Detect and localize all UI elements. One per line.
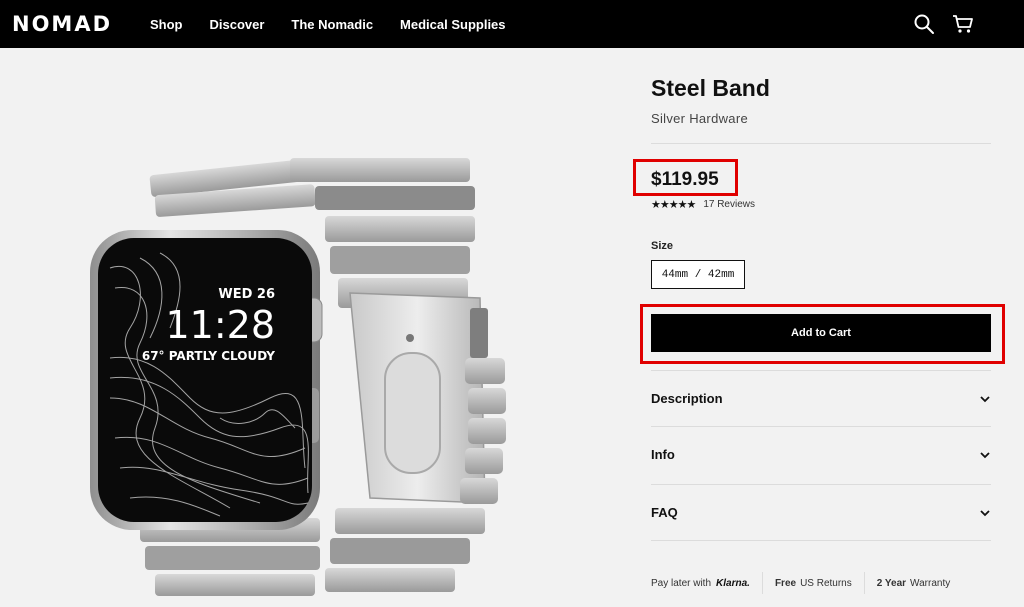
klarna-logo: Klarna. [716, 577, 750, 589]
screen-weather: 67° PARTLY CLOUDY [142, 349, 275, 363]
free-text: Free [774, 577, 797, 589]
accordion-description[interactable]: Description [651, 370, 991, 426]
nav-shop[interactable]: Shop [150, 17, 183, 32]
product-details: Steel Band Silver Hardware $119.95 ★★★★★… [633, 48, 1005, 594]
warranty-perk: 2 Year Warranty [877, 578, 963, 589]
cart-icon[interactable] [952, 13, 974, 35]
header-icons [896, 13, 974, 35]
returns-text: US Returns [800, 577, 852, 589]
search-icon[interactable] [913, 13, 935, 35]
chevron-down-icon [980, 395, 990, 402]
accordion-faq[interactable]: FAQ [651, 484, 991, 540]
accordion-info-label: Info [651, 447, 675, 462]
perks-strip: Pay later with Klarna. Free US Returns 2… [651, 565, 996, 601]
accordion-info[interactable]: Info [651, 426, 991, 482]
nav-discover[interactable]: Discover [210, 17, 265, 32]
site-header: NOMAD Shop Discover The Nomadic Medical … [0, 0, 1024, 48]
screen-date: WED 26 [218, 287, 275, 302]
accordion-faq-label: FAQ [651, 505, 678, 520]
product-image: WED 26 11:28 67° PARTLY CLOUDY [0, 48, 630, 607]
accordion-description-label: Description [651, 391, 723, 406]
size-option-44mm-42mm[interactable]: 44mm / 42mm [651, 260, 745, 289]
reviews[interactable]: ★★★★★ 17 Reviews [651, 198, 755, 211]
divider [651, 540, 991, 541]
nomad-logo[interactable]: NOMAD [12, 12, 150, 36]
divider [863, 572, 865, 594]
watch-illustration: WED 26 11:28 67° PARTLY CLOUDY [90, 158, 506, 596]
cart-highlight-box [640, 304, 1005, 364]
nav-the-nomadic[interactable]: The Nomadic [291, 17, 373, 32]
nav-medical-supplies[interactable]: Medical Supplies [400, 17, 505, 32]
star-rating-icon: ★★★★★ [651, 199, 696, 211]
warranty-text: Warranty [910, 577, 951, 589]
main-nav: Shop Discover The Nomadic Medical Suppli… [150, 17, 533, 32]
size-label: Size [651, 240, 674, 252]
chevron-down-icon [980, 451, 990, 458]
price-highlight-box [633, 159, 738, 196]
product-title: Steel Band [651, 75, 770, 101]
warranty-years: 2 Year [876, 577, 907, 589]
pay-later-text: Pay later with [651, 577, 712, 589]
chevron-down-icon [980, 509, 990, 516]
divider [761, 572, 763, 594]
returns-perk: Free US Returns [775, 578, 864, 589]
product-subtitle: Silver Hardware [651, 111, 748, 126]
klarna-perk: Pay later with Klarna. [651, 578, 762, 589]
divider [651, 143, 991, 144]
screen-time: 11:28 [165, 303, 275, 347]
reviews-count[interactable]: 17 Reviews [703, 199, 755, 210]
watch-case [90, 230, 323, 530]
